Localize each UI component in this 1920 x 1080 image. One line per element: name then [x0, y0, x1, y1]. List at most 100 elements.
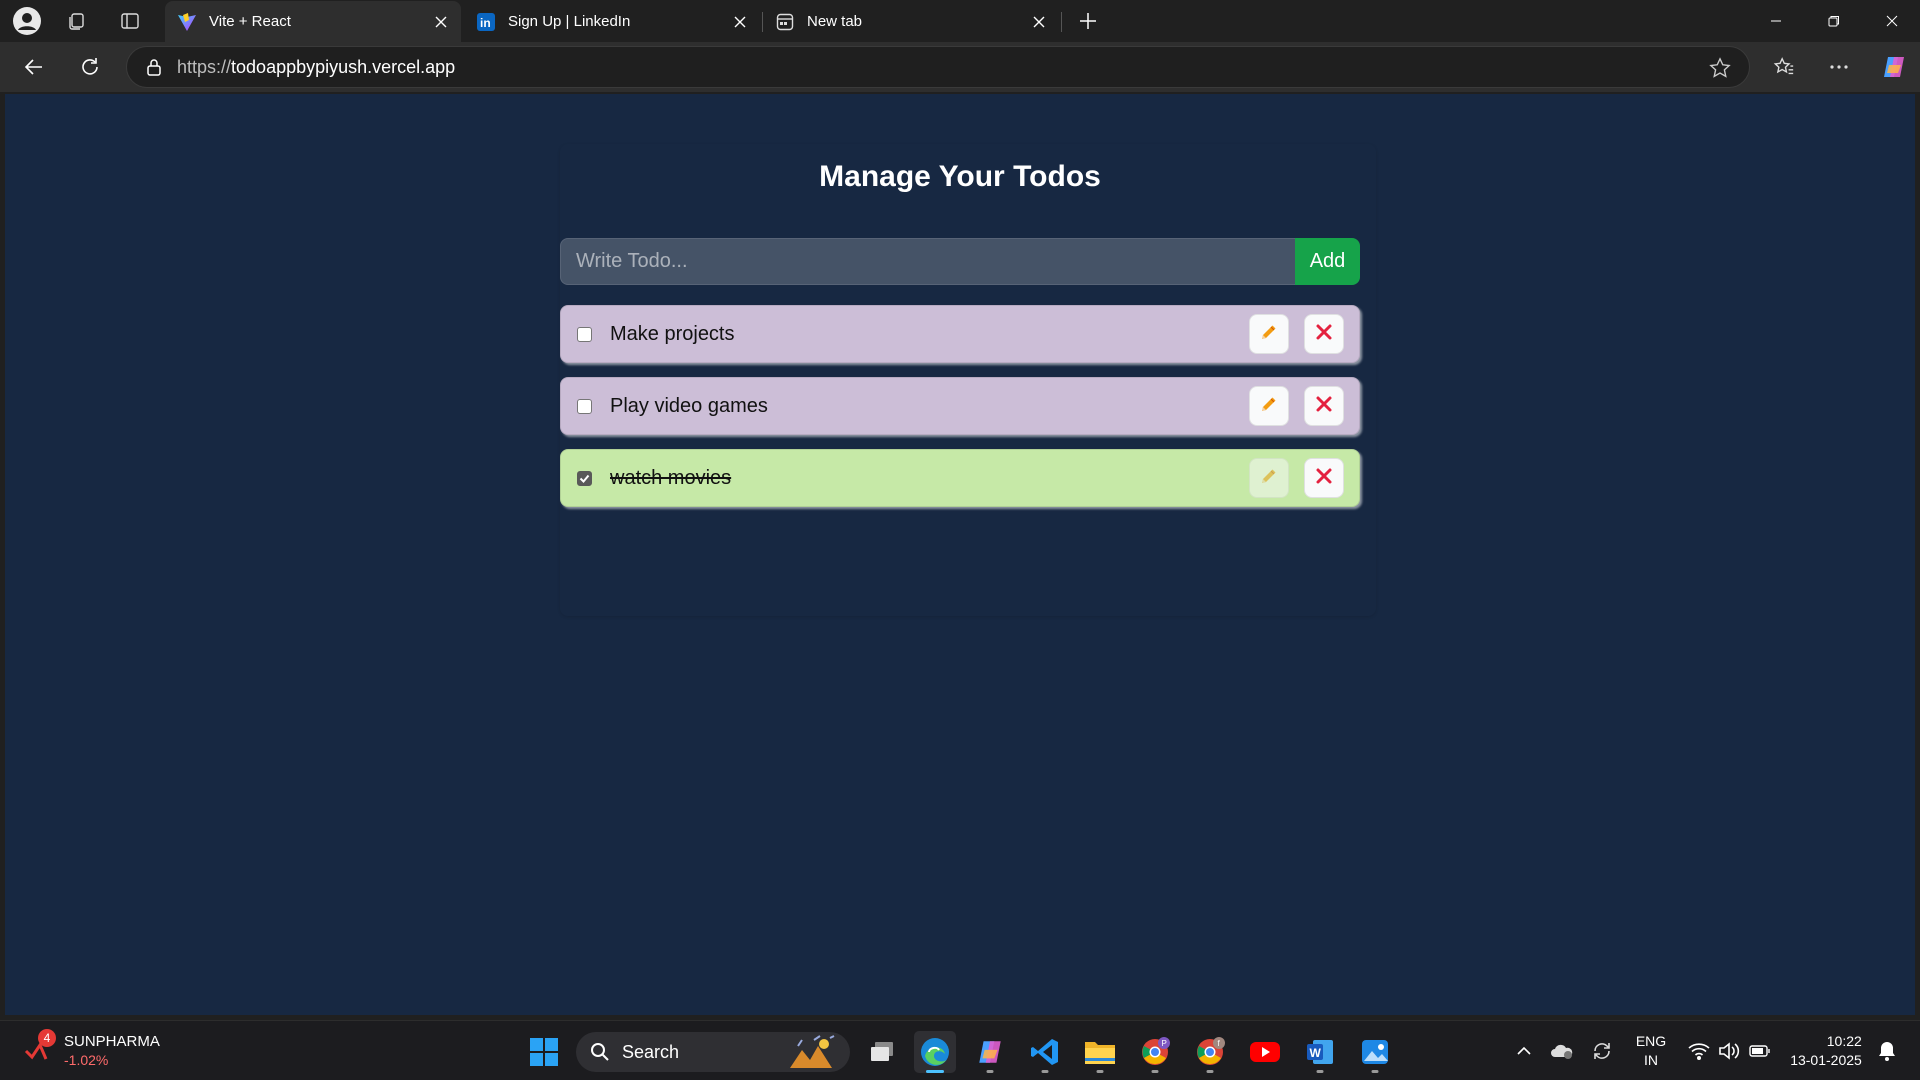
- stock-widget[interactable]: 4 SUNPHARMA -1.02%: [24, 1029, 160, 1068]
- tab-separator: [1061, 12, 1062, 32]
- running-app-indicator: [1206, 1070, 1214, 1073]
- todo-text[interactable]: Make projects: [610, 323, 1234, 346]
- task-view-icon[interactable]: [861, 1031, 903, 1073]
- lock-icon[interactable]: [131, 58, 177, 76]
- chrome-profile-p-icon[interactable]: P: [1134, 1031, 1176, 1073]
- svg-text:in: in: [480, 16, 491, 30]
- close-tab-icon[interactable]: [726, 8, 754, 36]
- delete-button[interactable]: [1304, 314, 1344, 354]
- running-app-indicator: [986, 1070, 994, 1073]
- tab-vite-react[interactable]: Vite + React: [165, 1, 461, 42]
- windows-start-icon[interactable]: [523, 1031, 565, 1073]
- volume-icon[interactable]: [1714, 1021, 1744, 1080]
- chrome-profile-f-icon[interactable]: f: [1189, 1031, 1231, 1073]
- tab-new-tab[interactable]: New tab: [763, 1, 1059, 42]
- tab-title: New tab: [807, 13, 863, 30]
- word-icon[interactable]: W: [1299, 1031, 1341, 1073]
- new-tab-button[interactable]: [1072, 7, 1104, 35]
- search-highlight-icon: [784, 1034, 844, 1075]
- add-button[interactable]: Add: [1295, 238, 1360, 285]
- web-page: Manage Your Todos Add Make projects Play…: [5, 94, 1915, 1015]
- tab-title: Sign Up | LinkedIn: [508, 13, 631, 30]
- copilot-icon[interactable]: [1876, 51, 1912, 83]
- close-window-button[interactable]: [1864, 0, 1920, 42]
- edit-button[interactable]: [1249, 458, 1289, 498]
- notification-bell-icon[interactable]: [1872, 1021, 1902, 1080]
- edge-icon[interactable]: [914, 1031, 956, 1073]
- more-options-icon[interactable]: [1821, 51, 1857, 83]
- tab-title: Vite + React: [209, 13, 291, 30]
- new-tab-page-icon: [775, 12, 795, 32]
- close-tab-icon[interactable]: [1025, 8, 1053, 36]
- running-app-indicator: [1371, 1070, 1379, 1073]
- pencil-icon: [1259, 466, 1279, 491]
- todo-checkbox[interactable]: [577, 326, 592, 342]
- linkedin-icon: in: [476, 12, 496, 32]
- favorite-star-icon[interactable]: [1709, 57, 1731, 84]
- vite-icon: [177, 12, 197, 32]
- clock-time: 10:22: [1826, 1033, 1862, 1049]
- browser-toolbar: https://todoappbypiyush.vercel.app: [0, 42, 1920, 92]
- todo-item: watch movies: [560, 449, 1360, 507]
- todo-text[interactable]: watch movies: [610, 467, 1234, 490]
- restore-button[interactable]: [1806, 0, 1862, 42]
- active-app-indicator: [926, 1070, 944, 1073]
- edit-button[interactable]: [1249, 386, 1289, 426]
- windows-taskbar: 4 SUNPHARMA -1.02% Search P f W ENG IN 1…: [0, 1020, 1920, 1080]
- onedrive-icon[interactable]: [1544, 1021, 1580, 1080]
- back-button[interactable]: [16, 51, 52, 83]
- profile-badge: P: [1162, 1039, 1167, 1048]
- copilot-app-icon[interactable]: [969, 1031, 1011, 1073]
- sync-icon[interactable]: [1584, 1021, 1620, 1080]
- input-language[interactable]: ENG IN: [1628, 1021, 1674, 1080]
- wifi-icon[interactable]: [1684, 1021, 1714, 1080]
- favorites-icon[interactable]: [1766, 51, 1802, 83]
- url-protocol: https://: [177, 56, 232, 77]
- photos-icon[interactable]: [1354, 1031, 1396, 1073]
- delete-button[interactable]: [1304, 386, 1344, 426]
- stock-name: SUNPHARMA: [64, 1033, 160, 1050]
- close-icon: [1314, 394, 1334, 419]
- battery-icon[interactable]: [1744, 1021, 1776, 1080]
- todo-item: Play video games: [560, 377, 1360, 435]
- pencil-icon: [1259, 322, 1279, 347]
- taskbar-search[interactable]: Search: [576, 1032, 850, 1072]
- running-app-indicator: [1316, 1070, 1324, 1073]
- workspaces-icon[interactable]: [61, 7, 93, 35]
- close-icon: [1314, 322, 1334, 347]
- address-bar[interactable]: https://todoappbypiyush.vercel.app: [126, 46, 1750, 88]
- language-line1: ENG: [1635, 1033, 1667, 1049]
- todo-checkbox[interactable]: [577, 398, 592, 414]
- stock-change: -1.02%: [64, 1052, 109, 1068]
- running-app-indicator: [1151, 1070, 1159, 1073]
- pencil-icon: [1259, 394, 1279, 419]
- delete-button[interactable]: [1304, 458, 1344, 498]
- language-line2: IN: [1644, 1052, 1658, 1068]
- vscode-icon[interactable]: [1024, 1031, 1066, 1073]
- svg-text:W: W: [1310, 1046, 1322, 1060]
- clock-date: 13-01-2025: [1790, 1052, 1862, 1068]
- tab-linkedin[interactable]: in Sign Up | LinkedIn: [464, 1, 760, 42]
- todo-input[interactable]: [560, 238, 1295, 285]
- close-tab-icon[interactable]: [427, 8, 455, 36]
- todo-item: Make projects: [560, 305, 1360, 363]
- minimize-button[interactable]: [1748, 0, 1804, 42]
- todo-text[interactable]: Play video games: [610, 395, 1234, 418]
- file-explorer-icon[interactable]: [1079, 1031, 1121, 1073]
- profile-icon[interactable]: [11, 7, 43, 35]
- todo-form: Add: [560, 238, 1360, 285]
- edit-button[interactable]: [1249, 314, 1289, 354]
- vertical-tabs-icon[interactable]: [114, 7, 146, 35]
- browser-tab-bar: Vite + React in Sign Up | LinkedIn New t…: [0, 0, 1920, 42]
- running-app-indicator: [1096, 1070, 1104, 1073]
- clock[interactable]: 10:22 13-01-2025: [1782, 1021, 1870, 1080]
- youtube-icon[interactable]: [1244, 1031, 1286, 1073]
- refresh-button[interactable]: [72, 51, 108, 83]
- todo-checkbox-checked[interactable]: [577, 470, 592, 486]
- show-hidden-icons-icon[interactable]: [1506, 1021, 1542, 1080]
- running-app-indicator: [1041, 1070, 1049, 1073]
- url-host: todoappbypiyush.vercel.app: [231, 56, 456, 77]
- stock-badge: 4: [38, 1029, 56, 1047]
- search-label: Search: [622, 1041, 680, 1062]
- search-icon: [590, 1042, 610, 1062]
